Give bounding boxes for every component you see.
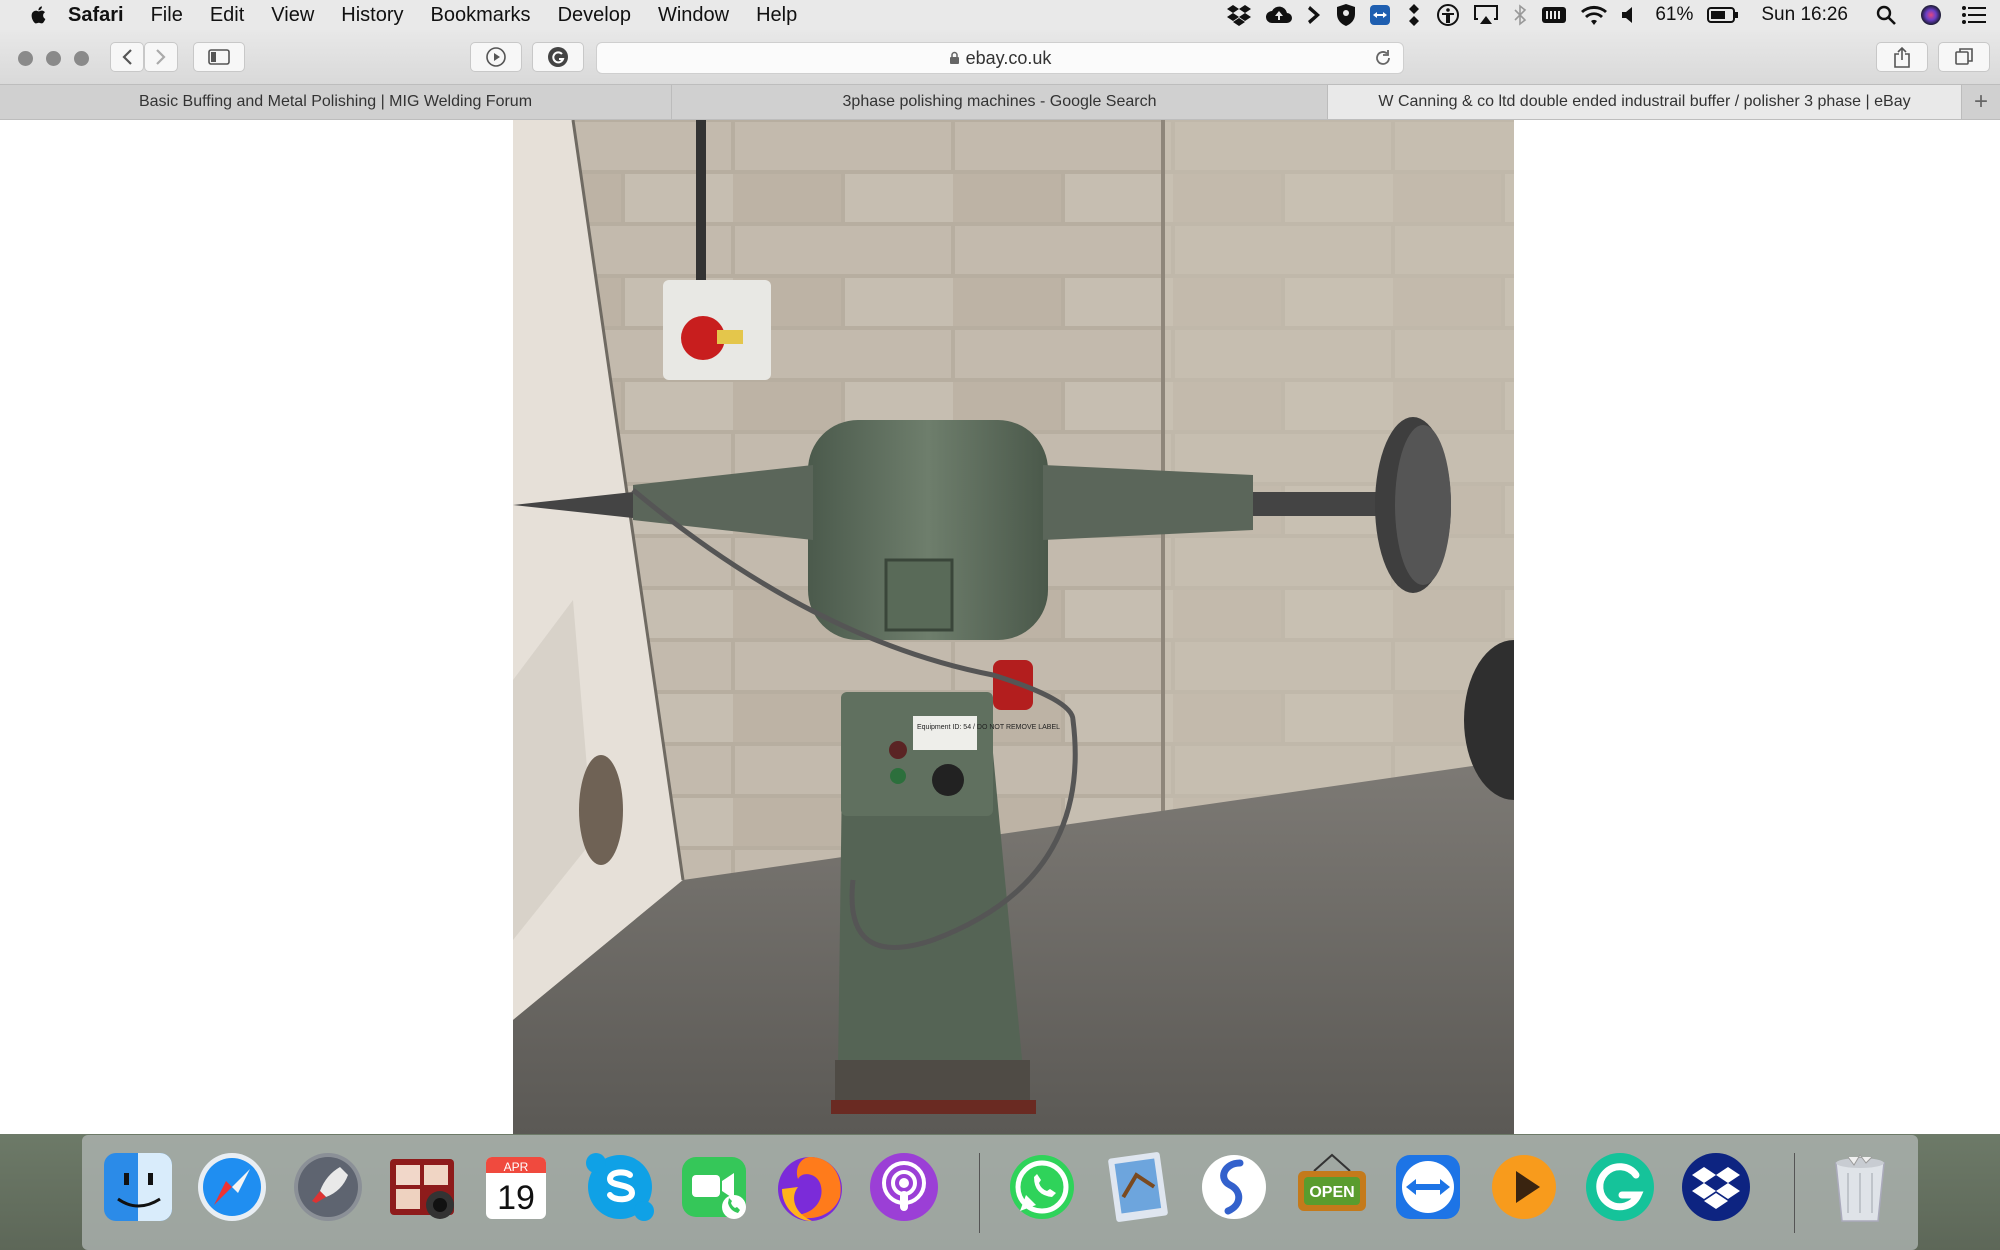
wifi-icon[interactable] xyxy=(1581,5,1608,25)
trash-icon[interactable] xyxy=(1822,1149,1898,1225)
keyboard-status-icon[interactable] xyxy=(1541,6,1567,24)
tabs-overview-icon xyxy=(1955,48,1973,65)
safari-icon[interactable] xyxy=(194,1149,270,1225)
tab-title: W Canning & co ltd double ended industra… xyxy=(1378,93,1911,110)
open-sign-icon[interactable]: OPEN xyxy=(1294,1149,1370,1225)
teamviewer-status-icon[interactable] xyxy=(1369,4,1391,26)
cloud-upload-icon[interactable] xyxy=(1265,5,1293,25)
calendar-day: 19 xyxy=(497,1179,535,1217)
close-window-button[interactable] xyxy=(18,51,33,66)
play-circle-icon xyxy=(486,47,506,67)
bluetooth-icon[interactable] xyxy=(1513,4,1527,26)
dock: APR 19 OPEN xyxy=(82,1135,1918,1250)
menu-edit[interactable]: Edit xyxy=(210,4,244,27)
menu-view[interactable]: View xyxy=(271,4,314,27)
whatsapp-icon[interactable] xyxy=(1004,1149,1080,1225)
forward-button[interactable] xyxy=(144,42,178,72)
firefox-icon[interactable] xyxy=(772,1149,848,1225)
share-button[interactable] xyxy=(1876,42,1928,72)
chevron-right-icon xyxy=(156,49,166,65)
podcasts-icon[interactable] xyxy=(866,1149,942,1225)
calendar-icon[interactable]: APR 19 xyxy=(478,1149,554,1225)
preview-icon[interactable] xyxy=(1100,1149,1176,1225)
tab-title: Basic Buffing and Metal Polishing | MIG … xyxy=(138,93,533,110)
web-content: Equipment ID: 54 / DO NOT REMOVE LABEL xyxy=(0,120,2000,1134)
skype-icon[interactable] xyxy=(582,1149,658,1225)
menu-window[interactable]: Window xyxy=(658,4,729,27)
status-menu-area: 61% Sun 16:26 xyxy=(1213,0,1986,30)
tab-ebay-listing[interactable]: W Canning & co ltd double ended industra… xyxy=(1328,85,1962,119)
minimize-window-button[interactable] xyxy=(46,51,61,66)
chevron-status-icon[interactable] xyxy=(1307,5,1323,25)
facetime-icon[interactable] xyxy=(676,1149,752,1225)
menubar-clock[interactable]: Sun 16:26 xyxy=(1761,4,1848,26)
address-bar[interactable]: ebay.co.uk xyxy=(596,42,1404,74)
open-sign-text: OPEN xyxy=(1309,1184,1354,1201)
menu-file[interactable]: File xyxy=(151,4,183,27)
menu-app-safari[interactable]: Safari xyxy=(68,4,124,27)
dropbox-status-icon[interactable] xyxy=(1227,4,1252,26)
sidebar-icon xyxy=(208,49,230,65)
grammarly-icon[interactable] xyxy=(1582,1149,1658,1225)
dock-separator xyxy=(1794,1153,1795,1233)
tab-title: 3phase polishing machines - Google Searc… xyxy=(842,93,1157,110)
accessibility-icon[interactable] xyxy=(1437,4,1460,26)
dock-separator xyxy=(979,1153,980,1233)
grammarly-extension-button[interactable] xyxy=(532,42,584,72)
zoom-window-button[interactable] xyxy=(74,51,89,66)
battery-icon[interactable] xyxy=(1707,6,1739,24)
menu-bookmarks[interactable]: Bookmarks xyxy=(431,4,531,27)
notification-center-icon[interactable] xyxy=(1962,6,1986,24)
buffer-machine-photo: Equipment ID: 54 / DO NOT REMOVE LABEL xyxy=(513,120,1514,1134)
menu-bar: Safari File Edit View History Bookmarks … xyxy=(0,0,2000,30)
plus-icon: + xyxy=(1973,88,1988,115)
launchpad-icon[interactable] xyxy=(290,1149,366,1225)
battery-percent: 61% xyxy=(1655,4,1694,25)
tab-bar: Basic Buffing and Metal Polishing | MIG … xyxy=(0,84,2000,120)
back-button[interactable] xyxy=(110,42,144,72)
menu-history[interactable]: History xyxy=(341,4,403,27)
siri-icon[interactable] xyxy=(1920,4,1942,26)
tab-mig-welding-forum[interactable]: Basic Buffing and Metal Polishing | MIG … xyxy=(0,85,672,119)
listing-photo[interactable]: Equipment ID: 54 / DO NOT REMOVE LABEL xyxy=(513,120,1514,1134)
new-tab-button[interactable]: + xyxy=(1962,85,2000,119)
photo-booth-icon[interactable] xyxy=(384,1149,460,1225)
lock-icon xyxy=(949,51,960,65)
chevron-left-icon xyxy=(122,49,132,65)
finder-icon[interactable] xyxy=(100,1149,176,1225)
tab-google-search[interactable]: 3phase polishing machines - Google Searc… xyxy=(672,85,1328,119)
calendar-month: APR xyxy=(504,1160,529,1174)
infuse-icon[interactable] xyxy=(1486,1149,1562,1225)
menu-develop[interactable]: Develop xyxy=(558,4,631,27)
show-tabs-button[interactable] xyxy=(1938,42,1990,72)
sidebar-toggle-button[interactable] xyxy=(193,42,245,72)
share-icon xyxy=(1894,46,1910,68)
bluetooth-dots-icon[interactable] xyxy=(1405,4,1423,26)
menu-help[interactable]: Help xyxy=(756,4,797,27)
teamviewer-icon[interactable] xyxy=(1390,1149,1466,1225)
grammarly-extension-icon xyxy=(548,47,568,67)
spotlight-search-icon[interactable] xyxy=(1876,5,1896,25)
browser-toolbar: ebay.co.uk xyxy=(0,30,2000,84)
reader-play-button[interactable] xyxy=(470,42,522,72)
simplenote-icon[interactable] xyxy=(1196,1149,1272,1225)
shield-status-icon[interactable] xyxy=(1337,4,1356,26)
equipment-label: Equipment ID: 54 / DO NOT REMOVE LABEL xyxy=(917,724,1060,731)
airplay-icon[interactable] xyxy=(1473,4,1499,26)
address-text: ebay.co.uk xyxy=(965,47,1052,68)
volume-icon[interactable] xyxy=(1621,5,1641,25)
dropbox-icon[interactable] xyxy=(1678,1149,1754,1225)
apple-icon[interactable] xyxy=(28,4,50,26)
reload-icon[interactable] xyxy=(1373,48,1393,73)
